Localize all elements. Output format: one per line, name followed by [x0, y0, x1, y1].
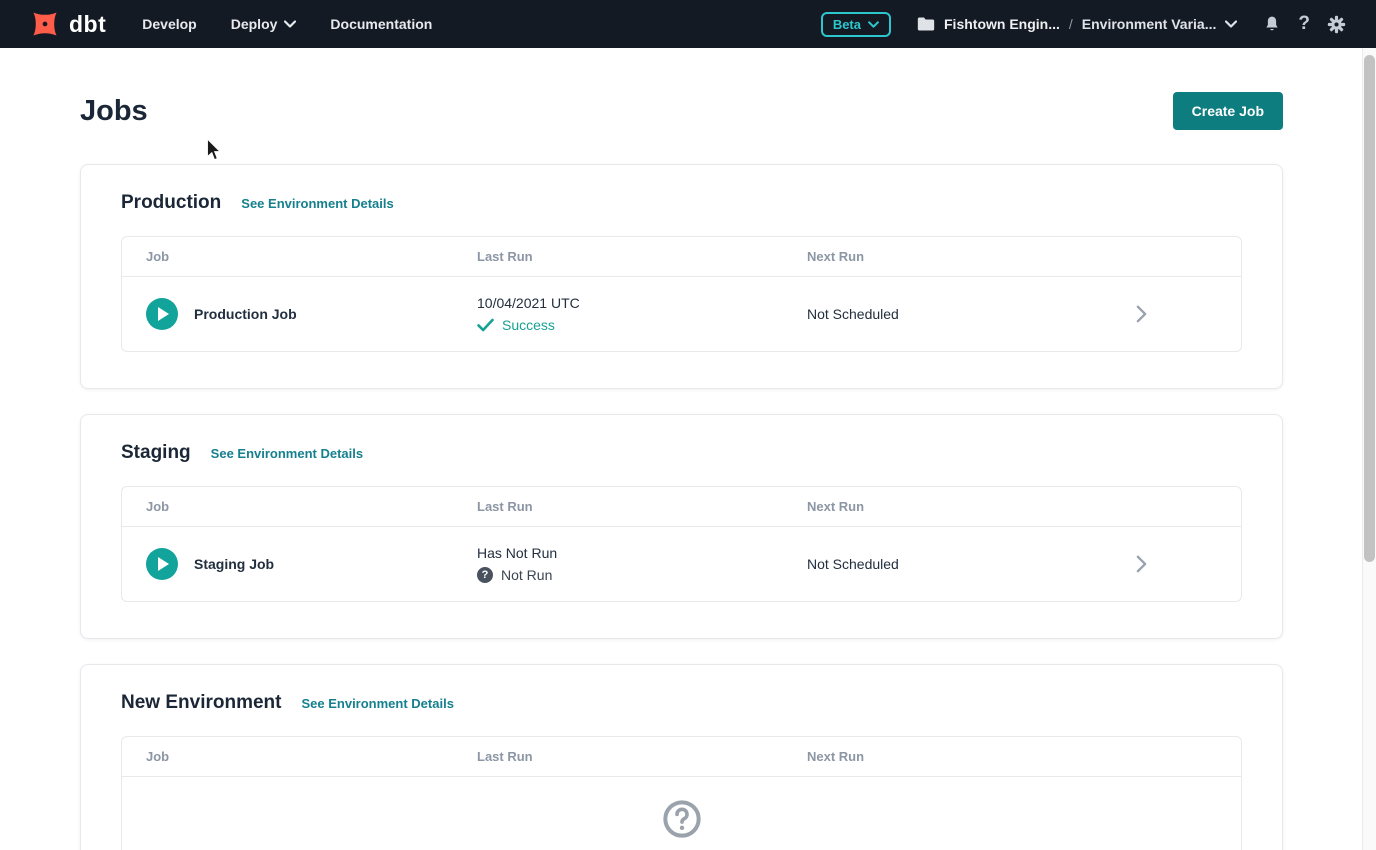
gear-icon[interactable] — [1327, 15, 1346, 34]
environment-card-production: Production See Environment Details Job L… — [80, 164, 1283, 389]
play-icon — [158, 557, 169, 571]
chevron-down-icon — [284, 20, 296, 28]
jobs-page: Jobs Create Job Production See Environme… — [0, 92, 1376, 850]
breadcrumb[interactable]: Fishtown Engin... / Environment Varia... — [917, 16, 1237, 32]
column-header-next-run: Next Run — [807, 249, 1041, 264]
scrollbar-track[interactable] — [1362, 48, 1376, 850]
brand-text: dbt — [69, 11, 106, 38]
job-row-production-job[interactable]: Production Job 10/04/2021 UTC Success No… — [122, 277, 1241, 351]
navbar-icons: ? — [1263, 13, 1346, 35]
folder-icon — [917, 16, 935, 32]
column-header-next-run: Next Run — [807, 749, 1041, 764]
play-icon — [158, 307, 169, 321]
top-navbar: dbt Develop Deploy Documentation Beta Fi… — [0, 0, 1376, 48]
job-row-staging-job[interactable]: Staging Job Has Not Run ? Not Run Not Sc… — [122, 527, 1241, 601]
environment-card-staging: Staging See Environment Details Job Last… — [80, 414, 1283, 639]
see-environment-details-link[interactable]: See Environment Details — [211, 446, 363, 461]
see-environment-details-link[interactable]: See Environment Details — [241, 196, 393, 211]
nav-documentation[interactable]: Documentation — [330, 16, 432, 32]
jobs-table: Job Last Run Next Run Production Job 10/… — [121, 236, 1242, 352]
dbt-logo-icon — [28, 7, 62, 41]
breadcrumb-separator: / — [1069, 16, 1073, 32]
page-header: Jobs Create Job — [80, 92, 1283, 130]
bell-icon[interactable] — [1263, 15, 1281, 34]
nav-develop[interactable]: Develop — [142, 16, 196, 32]
table-header-row: Job Last Run Next Run — [122, 487, 1241, 527]
column-header-last-run: Last Run — [477, 749, 807, 764]
column-header-job: Job — [122, 249, 477, 264]
run-job-button[interactable] — [146, 298, 178, 330]
column-header-job: Job — [122, 499, 477, 514]
job-name: Staging Job — [194, 556, 274, 572]
status-text: Success — [502, 317, 555, 333]
next-run: Not Scheduled — [807, 306, 1041, 322]
empty-jobs-area — [122, 777, 1241, 850]
jobs-table: Job Last Run Next Run — [121, 736, 1242, 850]
question-circle-icon — [662, 799, 702, 839]
nav-deploy[interactable]: Deploy — [231, 16, 297, 32]
question-icon: ? — [477, 567, 493, 583]
chevron-down-icon — [868, 21, 879, 28]
chevron-down-icon[interactable] — [1225, 20, 1237, 28]
help-icon[interactable]: ? — [1298, 13, 1310, 35]
breadcrumb-section[interactable]: Environment Varia... — [1082, 16, 1217, 32]
status-text: Not Run — [501, 567, 552, 583]
environment-name: New Environment — [121, 692, 281, 714]
dbt-logo[interactable]: dbt — [28, 7, 106, 41]
run-job-button[interactable] — [146, 548, 178, 580]
table-header-row: Job Last Run Next Run — [122, 237, 1241, 277]
see-environment-details-link[interactable]: See Environment Details — [301, 696, 453, 711]
check-icon — [477, 318, 494, 332]
column-header-next-run: Next Run — [807, 499, 1041, 514]
chevron-right-icon[interactable] — [1134, 555, 1149, 573]
chevron-right-icon[interactable] — [1134, 305, 1149, 323]
last-run-date: Has Not Run — [477, 545, 807, 561]
environment-name: Staging — [121, 442, 191, 464]
nav-links: Develop Deploy Documentation — [142, 16, 432, 32]
table-header-row: Job Last Run Next Run — [122, 737, 1241, 777]
job-name: Production Job — [194, 306, 297, 322]
scrollbar-thumb[interactable] — [1364, 55, 1375, 562]
next-run: Not Scheduled — [807, 556, 1041, 572]
jobs-table: Job Last Run Next Run Staging Job Has No… — [121, 486, 1242, 602]
environment-name: Production — [121, 192, 221, 214]
column-header-last-run: Last Run — [477, 499, 807, 514]
breadcrumb-project[interactable]: Fishtown Engin... — [944, 16, 1060, 32]
page-title: Jobs — [80, 95, 148, 128]
navbar-right: Beta Fishtown Engin... / Environment Var… — [821, 12, 1346, 37]
environment-card-new-environment: New Environment See Environment Details … — [80, 664, 1283, 850]
create-job-button[interactable]: Create Job — [1173, 92, 1283, 130]
last-run-date: 10/04/2021 UTC — [477, 295, 807, 311]
beta-dropdown[interactable]: Beta — [821, 12, 891, 37]
column-header-job: Job — [122, 749, 477, 764]
column-header-last-run: Last Run — [477, 249, 807, 264]
